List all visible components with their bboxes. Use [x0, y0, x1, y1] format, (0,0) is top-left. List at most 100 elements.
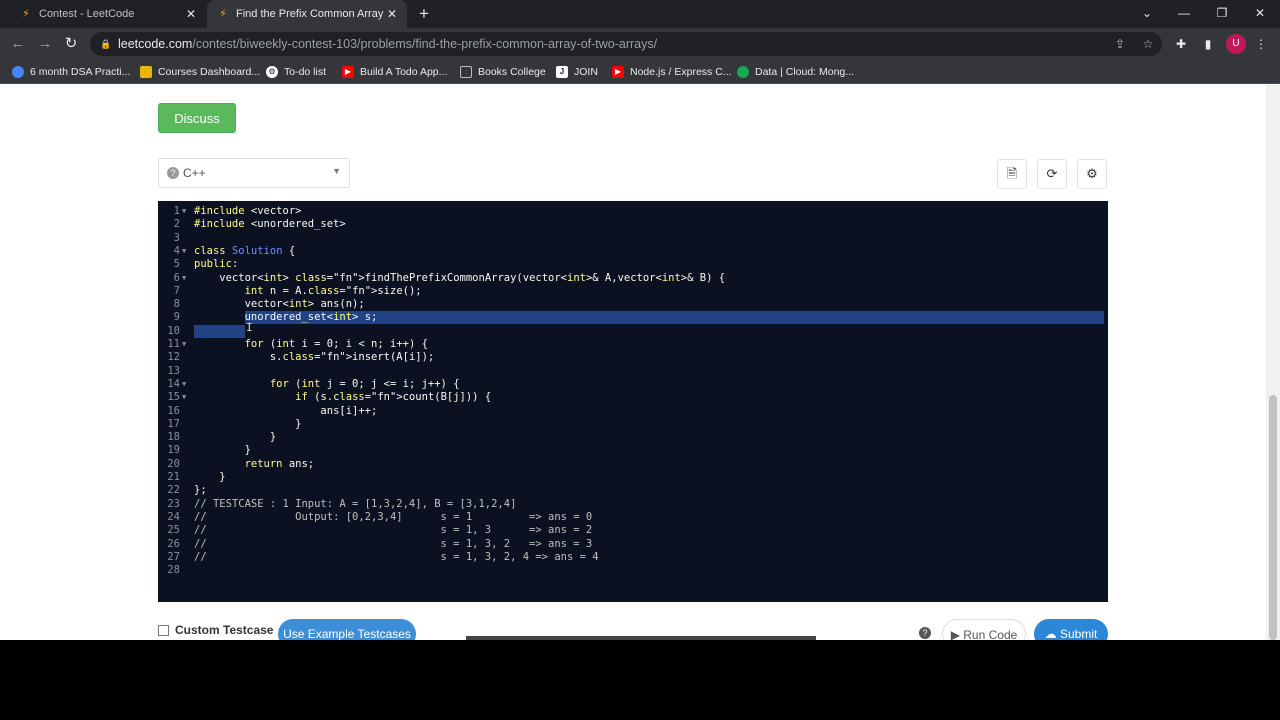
- line-number: 22: [167, 484, 180, 497]
- line-number: 19: [167, 444, 180, 457]
- side-panel-icon[interactable]: ▮: [1199, 35, 1217, 53]
- code-line: 19 }: [158, 444, 1108, 457]
- bookmark-item[interactable]: 6 month DSA Practi...: [12, 64, 130, 80]
- menu-icon[interactable]: ⋮: [1252, 35, 1270, 53]
- tab-problem[interactable]: ⚡ Find the Prefix Common Array of ✕: [207, 0, 407, 28]
- close-tab-icon[interactable]: ✕: [184, 7, 198, 21]
- discuss-button[interactable]: Discuss: [158, 103, 236, 133]
- restore-icon[interactable]: ❐: [1211, 4, 1233, 22]
- bookmark-item[interactable]: ⚙ To-do list: [266, 64, 326, 80]
- fold-toggle-icon[interactable]: ▼: [182, 205, 190, 218]
- back-icon[interactable]: ←: [9, 35, 27, 53]
- forward-icon[interactable]: →: [36, 35, 54, 53]
- custom-testcase-label: Custom Testcase: [175, 623, 274, 637]
- code-text: public:: [194, 258, 239, 271]
- reload-icon[interactable]: ↻: [62, 35, 80, 53]
- bookmark-item[interactable]: ▶ Node.js / Express C...: [612, 64, 732, 80]
- code-line: 11 ▼ for (int i = 0; i < n; i++) {: [158, 338, 1108, 351]
- leetcode-favicon-icon: ⚡: [219, 8, 227, 20]
- bookmark-item[interactable]: Books College: [460, 64, 546, 80]
- code-text: class Solution {: [194, 244, 296, 257]
- line-number: 18: [167, 431, 180, 444]
- line-number: 4: [173, 244, 180, 257]
- code-line: 23 // TESTCASE : 1 Input: A = [1,3,2,4], …: [158, 498, 1108, 511]
- run-code-label: Run Code: [963, 628, 1018, 640]
- extensions-icon[interactable]: ✚: [1172, 35, 1190, 53]
- submit-button[interactable]: ☁ Submit: [1034, 619, 1108, 640]
- code-line: 8 vector<int> ans(n);: [158, 298, 1108, 311]
- gear-icon[interactable]: ⚙: [1077, 159, 1107, 189]
- line-number: 23: [167, 497, 180, 510]
- run-code-button[interactable]: ▶ Run Code: [942, 619, 1026, 640]
- help-icon[interactable]: ?: [919, 627, 931, 639]
- code-editor[interactable]: 1 ▼ #include <vector> 2 #include <unordered_…: [158, 201, 1108, 602]
- code-line: 14 ▼ for (int j = 0; j <= i; j++) {: [158, 378, 1108, 391]
- tab-search-icon[interactable]: ⌄: [1136, 4, 1158, 22]
- profile-avatar[interactable]: U: [1226, 34, 1246, 54]
- code-text: // s = 1, 3, 2, 4 => ans = 4: [194, 550, 599, 563]
- code-text: // s = 1, 3 => ans = 2: [194, 524, 593, 537]
- line-number: 26: [167, 537, 180, 550]
- tab-strip: ⚡ Contest - LeetCode ✕ ⚡ Find the Prefix…: [0, 0, 1280, 28]
- horizontal-scrollbar[interactable]: [466, 636, 816, 640]
- code-text: vector<int> ans(n);: [194, 298, 365, 311]
- code-line: 15 ▼ if (s.class="fn">count(B[j])) {: [158, 391, 1108, 404]
- code-line: 22};: [158, 484, 1108, 497]
- code-line: 16 ans[i]++;: [158, 405, 1108, 418]
- bookmark-item[interactable]: Data | Cloud: Mong...: [737, 64, 854, 80]
- bookmark-star-icon[interactable]: ☆: [1140, 36, 1156, 52]
- bookmark-item[interactable]: ▶ Build A Todo App...: [342, 64, 447, 80]
- bookmark-item[interactable]: Courses Dashboard...: [140, 64, 260, 80]
- bookmark-item[interactable]: J JOIN: [556, 64, 598, 80]
- cloud-upload-icon: ☁: [1044, 627, 1060, 640]
- line-number: 8: [173, 298, 180, 311]
- youtube-icon: ▶: [612, 66, 624, 78]
- fold-toggle-icon[interactable]: ▼: [182, 378, 190, 391]
- vertical-scrollbar[interactable]: [1266, 85, 1280, 640]
- line-number: 9: [173, 311, 180, 324]
- reset-icon[interactable]: ⟳: [1037, 159, 1067, 189]
- scrollbar-thumb[interactable]: [1269, 395, 1277, 640]
- url-text: leetcode.com/contest/biweekly-contest-10…: [118, 37, 658, 51]
- fold-toggle-icon[interactable]: ▼: [182, 245, 190, 258]
- tab-title: Find the Prefix Common Array of: [236, 8, 386, 20]
- code-line: 20 return ans;: [158, 458, 1108, 471]
- line-number: 21: [167, 471, 180, 483]
- code-text: // s = 1, 3, 2 => ans = 3: [194, 537, 593, 550]
- mongodb-icon: [737, 66, 749, 78]
- line-number: 2: [173, 218, 180, 231]
- youtube-icon: ▶: [342, 66, 354, 78]
- new-tab-icon[interactable]: +: [415, 5, 433, 23]
- folder-icon: [460, 66, 472, 78]
- code-text: #include <vector>: [194, 205, 302, 217]
- text-cursor-icon: I: [246, 321, 253, 334]
- share-icon[interactable]: ⇪: [1112, 36, 1128, 52]
- address-bar[interactable]: 🔒 leetcode.com/contest/biweekly-contest-…: [90, 32, 1162, 56]
- code-text: }: [194, 471, 226, 483]
- code-text: vector<int> class="fn">findThePrefixComm…: [194, 271, 726, 284]
- bookmark-icon: [140, 66, 152, 78]
- line-number: 12: [167, 351, 180, 364]
- fold-toggle-icon[interactable]: ▼: [182, 338, 190, 351]
- tab-contest[interactable]: ⚡ Contest - LeetCode ✕: [10, 0, 206, 28]
- bookmarks-bar: 6 month DSA Practi... Courses Dashboard.…: [0, 60, 1280, 84]
- use-example-testcases-button[interactable]: Use Example Testcases: [278, 619, 416, 640]
- line-number: 6: [173, 271, 180, 284]
- play-icon: ▶: [950, 628, 964, 640]
- language-select[interactable]: ? C++ ▼: [158, 158, 350, 188]
- close-tab-icon[interactable]: ✕: [385, 7, 399, 21]
- minimize-icon[interactable]: —: [1173, 4, 1195, 22]
- fold-toggle-icon[interactable]: ▼: [182, 272, 190, 285]
- code-line: 2 #include <unordered_set>: [158, 218, 1108, 231]
- custom-testcase-checkbox[interactable]: [158, 625, 169, 636]
- file-icon[interactable]: 🗎: [997, 159, 1027, 189]
- line-number: 14: [167, 377, 180, 390]
- code-line: 24 // Output: [0,2,3,4] s = 1 => ans = 0: [158, 511, 1108, 524]
- code-line: 18 }: [158, 431, 1108, 444]
- code-line: 3: [158, 232, 1108, 245]
- fold-toggle-icon[interactable]: ▼: [182, 391, 190, 404]
- code-line: 17 }: [158, 418, 1108, 431]
- code-text: #include <unordered_set>: [194, 218, 346, 231]
- close-window-icon[interactable]: ✕: [1249, 4, 1271, 22]
- line-number: 24: [167, 510, 180, 523]
